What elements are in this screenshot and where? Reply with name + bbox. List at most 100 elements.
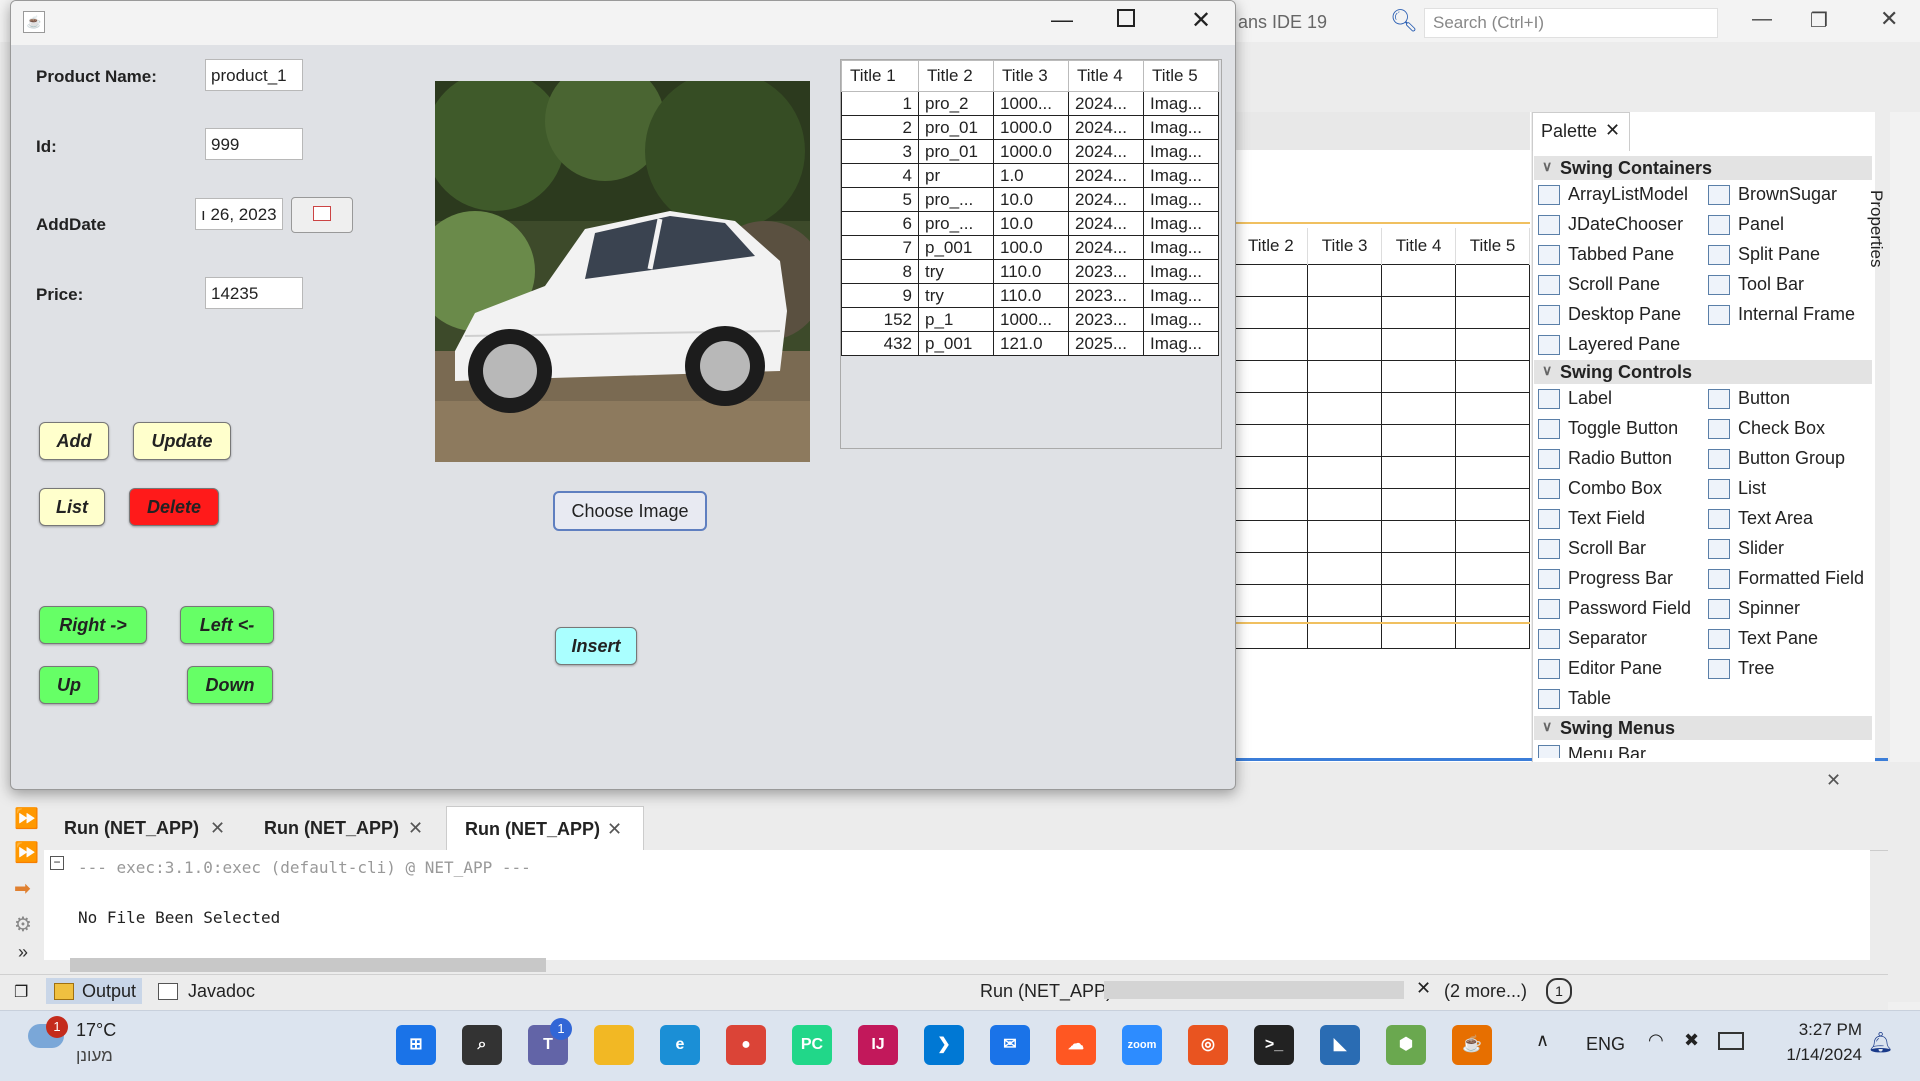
table-cell[interactable]: 2024... (1068, 91, 1144, 116)
vscode-icon[interactable]: ❯ (924, 1025, 964, 1065)
table-cell[interactable]: 8 (841, 259, 919, 284)
netbeans-cube-icon[interactable]: ⬢ (1386, 1025, 1426, 1065)
table-cell[interactable]: pr (918, 163, 994, 188)
table-row[interactable]: 432 p_001 121.0 2025... Imag... (841, 331, 1219, 356)
close-icon[interactable]: ✕ (607, 819, 622, 840)
table-cell[interactable]: 110.0 (993, 259, 1069, 284)
palette-item[interactable]: Toggle Button (1538, 418, 1678, 444)
palette-item[interactable]: Menu Bar (1538, 744, 1646, 758)
table-row[interactable]: 5 pro_... 10.0 2024... Imag... (841, 187, 1219, 212)
choose-image-button[interactable]: Choose Image (553, 491, 707, 531)
close-icon[interactable]: ✕ (1605, 120, 1620, 141)
table-cell[interactable]: 2023... (1068, 259, 1144, 284)
palette-section-header[interactable]: ∨ Swing Containers (1534, 156, 1872, 180)
palette-item[interactable]: ArrayListModel (1538, 184, 1688, 210)
chrome-icon[interactable]: ● (726, 1025, 766, 1065)
product-name-field[interactable]: product_1 (205, 59, 303, 91)
palette-item[interactable]: Text Area (1708, 508, 1813, 534)
palette-tab[interactable]: Palette ✕ (1532, 112, 1630, 151)
palette-item[interactable]: Editor Pane (1538, 658, 1662, 684)
terminal-icon[interactable]: >_ (1254, 1025, 1294, 1065)
table-cell[interactable]: Imag... (1143, 163, 1219, 188)
rerun-with-args-icon[interactable]: ⏩ (14, 840, 39, 865)
palette-item[interactable]: Tool Bar (1708, 274, 1804, 300)
table-cell[interactable]: 100.0 (993, 235, 1069, 260)
price-field[interactable]: 14235 (205, 277, 303, 309)
table-row[interactable]: 152 p_1 1000... 2023... Imag... (841, 307, 1219, 332)
palette-item[interactable]: Button Group (1708, 448, 1845, 474)
table-cell[interactable]: 2025... (1068, 331, 1144, 356)
table-cell[interactable]: p_001 (918, 331, 994, 356)
search-icon[interactable]: ⌕ (462, 1025, 502, 1065)
more-actions-icon[interactable]: » (18, 942, 28, 963)
palette-item[interactable]: Separator (1538, 628, 1647, 654)
status-more-link[interactable]: (2 more...) (1444, 981, 1527, 1002)
table-cell[interactable]: 10.0 (993, 211, 1069, 236)
table-cell[interactable]: pro_01 (918, 139, 994, 164)
close-icon[interactable]: ✕ (210, 818, 225, 839)
table-cell[interactable]: 2024... (1068, 139, 1144, 164)
palette-item[interactable]: Progress Bar (1538, 568, 1673, 594)
apache-netbeans-icon[interactable]: ◣ (1320, 1025, 1360, 1065)
step-icon[interactable]: ➡ (14, 876, 31, 901)
ide-search-input[interactable]: Search (Ctrl+I) (1424, 8, 1718, 38)
table-cell[interactable]: Imag... (1143, 235, 1219, 260)
pycharm-icon[interactable]: PC (792, 1025, 832, 1065)
table-cell[interactable]: Imag... (1143, 307, 1219, 332)
weather-temp[interactable]: 17°C (76, 1020, 116, 1041)
table-cell[interactable]: 2024... (1068, 235, 1144, 260)
wifi-icon[interactable]: ◠ (1648, 1030, 1664, 1051)
output-tab-2[interactable]: Run (NET_APP) ✕ (246, 806, 426, 850)
table-cell[interactable]: 1 (841, 91, 919, 116)
palette-item[interactable]: Label (1538, 388, 1612, 414)
edge-icon[interactable]: e (660, 1025, 700, 1065)
palette-item[interactable]: Spinner (1708, 598, 1800, 624)
close-icon[interactable]: ✕ (408, 818, 423, 839)
update-button[interactable]: Update (133, 422, 231, 460)
notifications-icon[interactable]: 1 (1546, 978, 1572, 1004)
mail-icon[interactable]: ✉ (990, 1025, 1030, 1065)
speaker-muted-icon[interactable]: ✖ (1684, 1030, 1699, 1051)
windows-start-icon[interactable]: ⊞ (396, 1025, 436, 1065)
table-cell[interactable]: Imag... (1143, 331, 1219, 356)
table-cell[interactable]: try (918, 283, 994, 308)
cancel-process-icon[interactable]: ✕ (1416, 978, 1431, 999)
table-row[interactable]: 3 pro_01 1000.0 2024... Imag... (841, 139, 1219, 164)
table-cell[interactable]: Imag... (1143, 91, 1219, 116)
up-button[interactable]: Up (39, 666, 99, 704)
properties-tab[interactable]: Properties (1866, 190, 1886, 267)
palette-item[interactable]: Formatted Field (1708, 568, 1864, 594)
table-cell[interactable]: 4 (841, 163, 919, 188)
table-row[interactable]: 7 p_001 100.0 2024... Imag... (841, 235, 1219, 260)
table-row[interactable]: 9 try 110.0 2023... Imag... (841, 283, 1219, 308)
horizontal-scrollbar[interactable] (70, 958, 546, 972)
maximize-icon[interactable] (1117, 9, 1135, 27)
table-row[interactable]: 8 try 110.0 2023... Imag... (841, 259, 1219, 284)
table-cell[interactable]: p_1 (918, 307, 994, 332)
table-cell[interactable]: 9 (841, 283, 919, 308)
table-cell[interactable]: try (918, 259, 994, 284)
left-button[interactable]: Left <- (180, 606, 274, 644)
output-tab-3[interactable]: Run (NET_APP) ✕ (446, 806, 644, 851)
right-button[interactable]: Right -> (39, 606, 147, 644)
maximize-icon[interactable]: ❐ (14, 982, 28, 1002)
collapse-icon[interactable]: − (50, 856, 64, 870)
table-cell[interactable]: 5 (841, 187, 919, 212)
table-cell[interactable]: 1000... (993, 307, 1069, 332)
javadoc-window-tab[interactable]: Javadoc (152, 978, 262, 1004)
table-cell[interactable]: Imag... (1143, 115, 1219, 140)
palette-item[interactable]: Radio Button (1538, 448, 1672, 474)
table-cell[interactable]: 2024... (1068, 163, 1144, 188)
column-header[interactable]: Title 5 (1143, 60, 1219, 92)
output-tab-1[interactable]: Run (NET_APP) ✕ (46, 806, 226, 850)
zoom-icon[interactable]: zoom (1122, 1025, 1162, 1065)
table-cell[interactable]: Imag... (1143, 187, 1219, 212)
palette-section-header[interactable]: ∨ Swing Controls (1534, 360, 1872, 384)
table-cell[interactable]: pro_... (918, 211, 994, 236)
settings-icon[interactable]: ⚙ (14, 912, 32, 937)
table-cell[interactable]: 110.0 (993, 283, 1069, 308)
delete-button[interactable]: Delete (129, 488, 219, 526)
table-cell[interactable]: 3 (841, 139, 919, 164)
list-button[interactable]: List (39, 488, 105, 526)
column-header[interactable]: Title 1 (841, 60, 919, 92)
